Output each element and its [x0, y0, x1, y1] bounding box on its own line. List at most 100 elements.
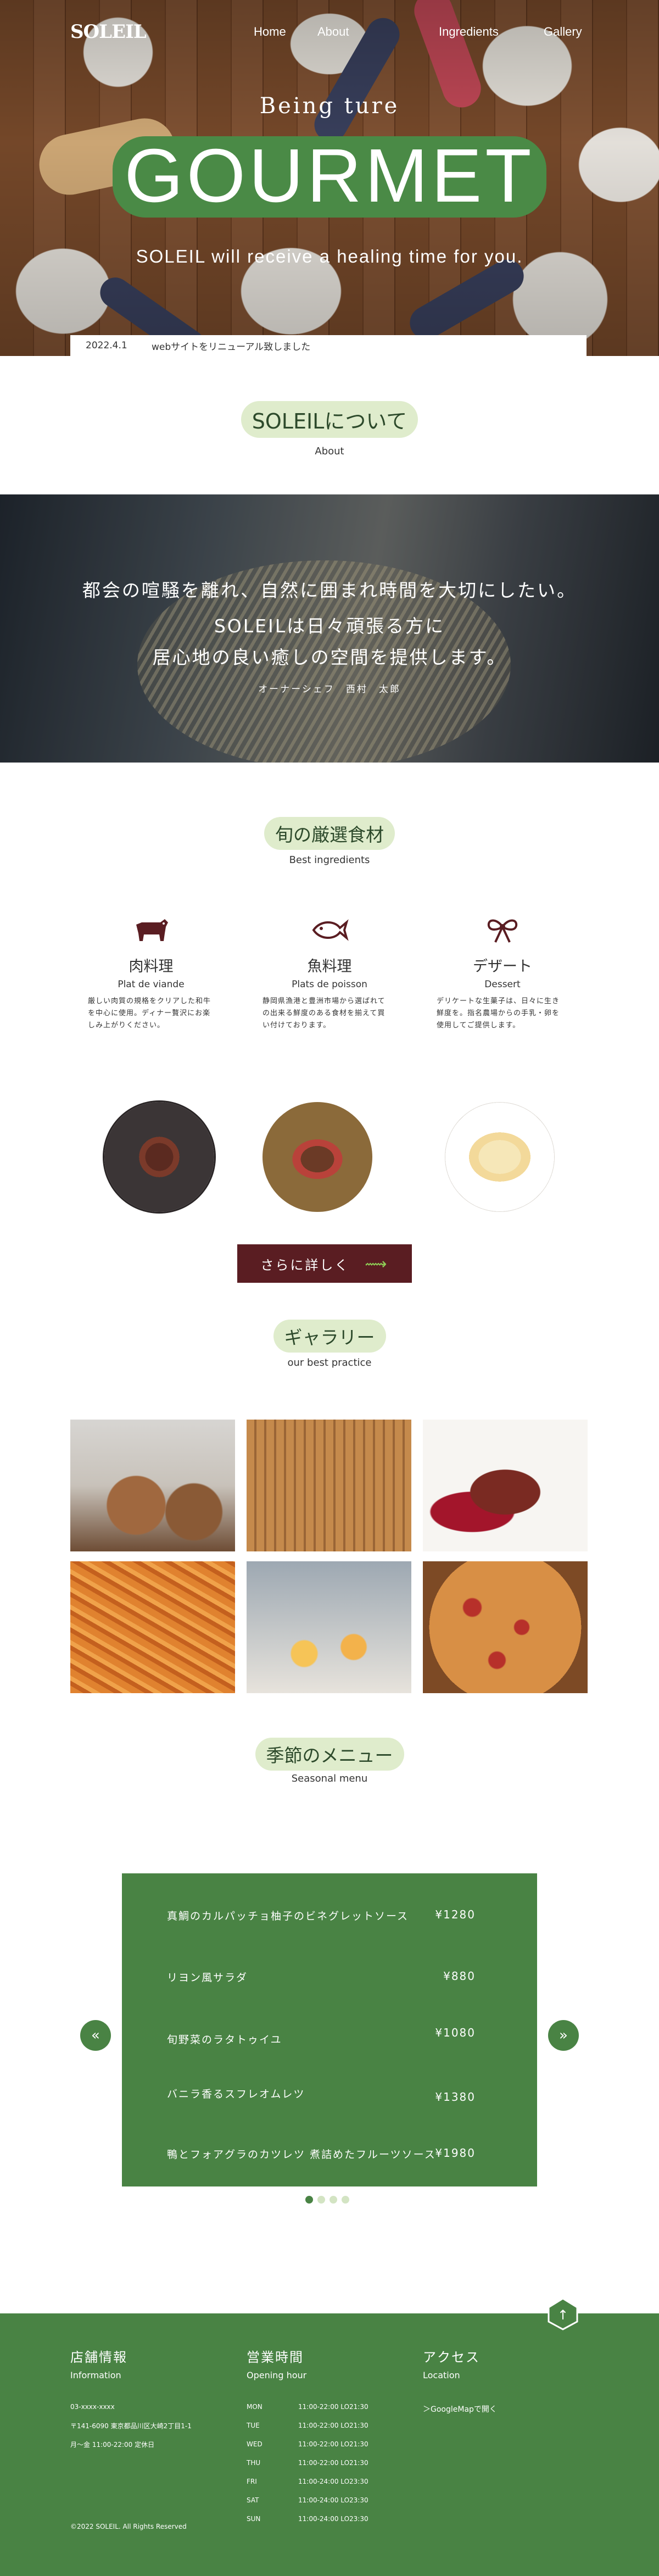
gallery-image-pasta[interactable]: [70, 1561, 235, 1693]
nav-ingredients[interactable]: Ingredients: [439, 25, 499, 39]
menu-pagination: [305, 2196, 349, 2204]
hours-day: SUN: [247, 2515, 261, 2523]
menu-subtitle: Seasonal menu: [291, 1773, 368, 1784]
menu-item: リヨン風サラダ ¥880: [167, 1969, 496, 1984]
about-line-1: 都会の喧騒を離れ、自然に囲まれ時間を大切にしたい。: [82, 580, 577, 601]
more-details-label: さらに詳しく: [260, 1257, 350, 1273]
hours-time: 11:00-24:00 LO23:30: [298, 2515, 368, 2523]
footer-tel: 03-xxxx-xxxx: [70, 2403, 115, 2411]
ingredient-dessert: デザート Dessert: [442, 915, 563, 990]
ingredient-meat-subtitle: Plat de viande: [118, 979, 185, 990]
menu-item-price: ¥1380: [435, 2090, 476, 2104]
site-logo[interactable]: SOLEIL: [70, 21, 147, 43]
gallery-image-steak[interactable]: [423, 1420, 588, 1551]
hours-day: TUE: [247, 2422, 260, 2429]
menu-item-price: ¥880: [443, 1969, 476, 1983]
meat-dish-image: [104, 1102, 214, 1212]
menu-item-price: ¥1980: [435, 2146, 476, 2160]
footer-hours-title: 営業時間: [247, 2350, 304, 2365]
gallery-image-chef[interactable]: [70, 1420, 235, 1551]
fish-icon: [312, 919, 349, 941]
pagination-dot[interactable]: [317, 2196, 325, 2204]
menu-item-name: リヨン風サラダ: [167, 1972, 248, 1984]
footer-hours-subtitle: Opening hour: [247, 2370, 307, 2380]
menu-slider: 真鯛のカルパッチョ柚子のビネグレットソース ¥1280 リヨン風サラダ ¥880…: [122, 1873, 537, 2186]
footer-access-subtitle: Location: [423, 2370, 460, 2380]
arrow-up-icon: ↑: [557, 2307, 568, 2323]
hours-time: 11:00-24:00 LO23:30: [298, 2496, 368, 2504]
footer-info-title: 店舗情報: [70, 2350, 127, 2365]
more-details-button[interactable]: さらに詳しく ⟿: [237, 1244, 412, 1283]
about-subtitle: About: [315, 446, 344, 457]
gallery-image-pizza[interactable]: [423, 1561, 588, 1693]
ingredient-fish: 魚料理 Plats de poisson: [269, 915, 390, 990]
ingredients-subtitle: Best ingredients: [289, 854, 370, 866]
menu-title: 季節のメニュー: [255, 1738, 404, 1771]
menu-item-name: バニラ香るスフレオムレツ: [167, 2088, 305, 2100]
ingredient-meat-desc: 厳しい肉質の規格をクリアした和牛を中心に使用。ディナー贅沢にお楽しみ上がりくださ…: [88, 997, 211, 1030]
fish-dish-image: [263, 1102, 372, 1212]
ribbon-icon: [487, 919, 518, 943]
ingredients-heading: 旬の厳選食材 Best ingredients: [0, 817, 659, 866]
ingredient-fish-subtitle: Plats de poisson: [292, 979, 367, 990]
gallery-subtitle: our best practice: [287, 1357, 372, 1368]
hours-day: SAT: [247, 2496, 259, 2504]
menu-item-name: 旬野菜のラタトゥイユ: [167, 2034, 282, 2046]
gallery-image-dining-room[interactable]: [247, 1420, 411, 1551]
ingredient-dessert-title: デザート: [473, 958, 532, 975]
cow-icon: [136, 919, 168, 941]
menu-heading: 季節のメニュー Seasonal menu: [0, 1738, 659, 1784]
footer-address: 〒141-6090 東京都品川区大崎2丁目1-1: [70, 2422, 192, 2430]
nav-home[interactable]: Home: [254, 25, 286, 39]
ingredient-fish-desc: 静岡県漁港と豊洲市場から選ばれての出来る鮮度のある食材を揃えて買い付けております…: [263, 997, 386, 1030]
back-to-top-button[interactable]: ↑: [546, 2297, 579, 2330]
ingredient-dessert-desc: デリケートな生菓子は、日々に生き鮮度を。指名農場からの手乳・卵を使用してご提供し…: [437, 997, 560, 1030]
hero-subtitle: SOLEIL will receive a healing time for y…: [136, 246, 523, 266]
ingredient-dessert-subtitle: Dessert: [484, 979, 521, 990]
footer-holiday: 月～金 11:00-22:00 定休日: [70, 2441, 155, 2449]
hours-day: THU: [247, 2459, 261, 2467]
arrow-right-icon: ⟿: [365, 1254, 389, 1273]
menu-item: バニラ香るスフレオムレツ ¥1380: [167, 2086, 496, 2104]
hours-time: 11:00-22:00 LO21:30: [298, 2403, 368, 2411]
menu-item-price: ¥1080: [435, 2026, 476, 2039]
gallery-image-pastry[interactable]: [247, 1561, 411, 1693]
hero-title: GOURMET: [124, 133, 535, 218]
about-title: SOLEILについて: [241, 401, 418, 438]
ingredient-fish-title: 魚料理: [307, 958, 352, 975]
hours-time: 11:00-22:00 LO21:30: [298, 2422, 368, 2429]
google-map-link[interactable]: ＞GoogleMapで開く: [423, 2403, 497, 2414]
about-line-3: 居心地の良い癒しの空間を提供します。: [152, 647, 507, 668]
hours-day: WED: [247, 2440, 263, 2448]
menu-item-price: ¥1280: [435, 1908, 476, 1921]
about-signature: オーナーシェフ 西村 太郎: [258, 684, 401, 695]
news-date: 2022.4.1: [86, 340, 127, 351]
gallery-title: ギャラリー: [273, 1320, 386, 1353]
news-text: webサイトをリニューアル致しました: [152, 341, 311, 353]
news-bar[interactable]: 2022.4.1 webサイトをリニューアル致しました: [70, 335, 587, 356]
hours-time: 11:00-22:00 LO21:30: [298, 2440, 368, 2448]
menu-prev-button[interactable]: «: [80, 2020, 111, 2051]
hero-section: SOLEIL Home About Ingredients Gallery Be…: [0, 0, 659, 356]
hours-day: FRI: [247, 2478, 257, 2485]
menu-next-button[interactable]: »: [548, 2020, 579, 2051]
nav-about[interactable]: About: [317, 25, 349, 39]
ingredient-meat-title: 肉料理: [129, 958, 174, 975]
menu-item: 真鯛のカルパッチョ柚子のビネグレットソース ¥1280: [167, 1908, 496, 1923]
hero-tagline: Being ture: [259, 93, 400, 119]
pagination-dot[interactable]: [342, 2196, 349, 2204]
hours-time: 11:00-24:00 LO23:30: [298, 2478, 368, 2485]
menu-item: 旬野菜のラタトゥイユ ¥1080: [167, 2026, 496, 2046]
nav-gallery[interactable]: Gallery: [544, 25, 582, 39]
pagination-dot[interactable]: [330, 2196, 337, 2204]
footer: 店舗情報 Information 03-xxxx-xxxx 〒141-6090 …: [0, 2313, 659, 2576]
footer-info-subtitle: Information: [70, 2370, 121, 2380]
hours-time: 11:00-22:00 LO21:30: [298, 2459, 368, 2467]
menu-item-name: 真鯛のカルパッチョ柚子のビネグレットソース: [167, 1910, 409, 1922]
pagination-dot[interactable]: [305, 2196, 313, 2204]
copyright: ©2022 SOLEIL. All Rights Reserved: [70, 2523, 187, 2530]
gallery-heading: ギャラリー our best practice: [0, 1320, 659, 1368]
ingredient-meat: 肉料理 Plat de viande: [91, 915, 211, 990]
about-heading: SOLEILについて About: [0, 401, 659, 457]
footer-access-title: アクセス: [423, 2350, 480, 2365]
